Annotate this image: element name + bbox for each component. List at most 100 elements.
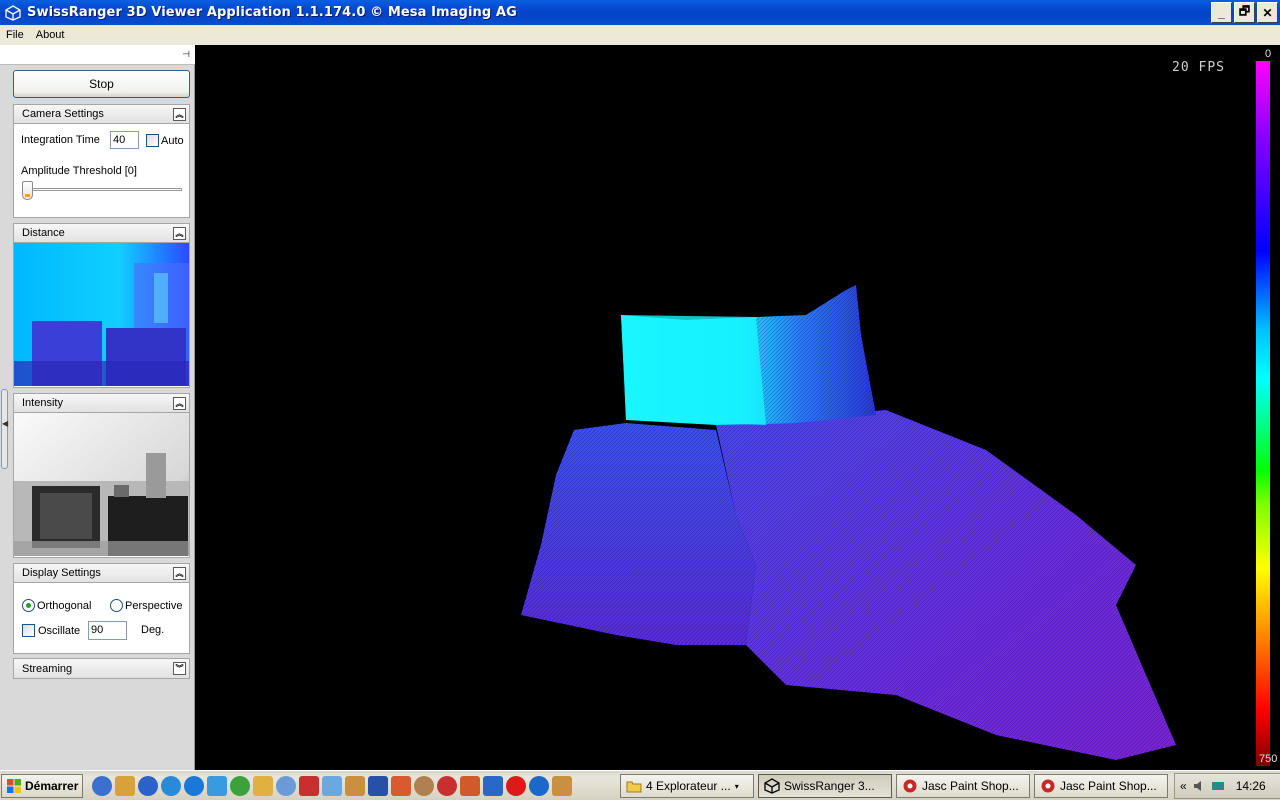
integration-time-label: Integration Time: [21, 134, 100, 146]
intensity-image: [14, 413, 189, 556]
search-icon[interactable]: [161, 776, 181, 796]
system-tray: « 14:26: [1174, 773, 1280, 799]
display-settings-title: Display Settings: [22, 567, 101, 579]
distance-image: [14, 243, 189, 386]
expand-down-icon[interactable]: ︾: [173, 662, 186, 675]
package-icon[interactable]: [345, 776, 365, 796]
task-explorer-label: 4 Explorateur ...: [646, 779, 731, 793]
collapse-up-icon[interactable]: ︽: [173, 567, 186, 580]
oscillate-label: Oscillate: [38, 625, 81, 637]
menu-file[interactable]: File: [0, 29, 30, 41]
task-paintshop-2-label: Jasc Paint Shop...: [1060, 779, 1157, 793]
bars-icon[interactable]: [483, 776, 503, 796]
menu-about[interactable]: About: [30, 29, 71, 41]
intensity-header[interactable]: Intensity ︽: [14, 394, 189, 413]
task-swissranger[interactable]: SwissRanger 3...: [758, 774, 892, 798]
color-scale-max: 750: [1259, 753, 1278, 765]
clock: 14:26: [1235, 779, 1266, 793]
distance-title: Distance: [22, 227, 65, 239]
internet-explorer-icon[interactable]: [184, 776, 204, 796]
auto-label: Auto: [161, 135, 184, 147]
streaming-header[interactable]: Streaming ︾: [14, 659, 189, 678]
oscillate-checkbox[interactable]: [22, 624, 35, 637]
quick-launch: [92, 776, 572, 796]
volume-icon[interactable]: [1192, 779, 1206, 793]
amplitude-threshold-slider[interactable]: [22, 181, 33, 200]
integration-time-input[interactable]: 40: [110, 131, 139, 149]
intensity-group: Intensity ︽: [13, 393, 190, 558]
steam-icon[interactable]: [529, 776, 549, 796]
task-swissranger-label: SwissRanger 3...: [784, 779, 875, 793]
paint-shop-icon: [1041, 779, 1055, 793]
panel-pin-bar: ⊣: [0, 45, 195, 65]
stop-button[interactable]: Stop: [13, 70, 190, 98]
minimize-button[interactable]: _: [1211, 2, 1232, 23]
globe-icon[interactable]: [230, 776, 250, 796]
task-paintshop-2[interactable]: Jasc Paint Shop...: [1034, 774, 1168, 798]
network-tray-icon[interactable]: [1211, 779, 1225, 793]
task-paintshop-1[interactable]: Jasc Paint Shop...: [896, 774, 1030, 798]
collapse-up-icon[interactable]: ︽: [173, 108, 186, 121]
pen-tool-icon[interactable]: [253, 776, 273, 796]
app-cube-icon: [5, 4, 21, 21]
color-scale-bar: [1256, 61, 1270, 766]
task-explorer[interactable]: 4 Explorateur ... ▾: [620, 774, 754, 798]
perspective-radio[interactable]: [110, 599, 123, 612]
pdf-icon[interactable]: [299, 776, 319, 796]
amplitude-threshold-track[interactable]: [22, 188, 182, 191]
amplitude-threshold-label: Amplitude Threshold [0]: [21, 165, 137, 177]
folder-icon: [626, 781, 642, 793]
collapse-left-icon[interactable]: ◀: [2, 419, 8, 428]
windows-logo-icon: [7, 779, 21, 793]
restore-button[interactable]: 🗗: [1234, 2, 1255, 23]
browser-icon[interactable]: [207, 776, 227, 796]
paint-shop-icon: [903, 779, 917, 793]
display-settings-header[interactable]: Display Settings ︽: [14, 564, 189, 583]
oscillate-degrees-input[interactable]: 90: [88, 621, 127, 640]
bottle-icon[interactable]: [322, 776, 342, 796]
camera-settings-header[interactable]: Camera Settings ︽: [14, 105, 189, 124]
streaming-title: Streaming: [22, 662, 73, 675]
network-icon[interactable]: [138, 776, 158, 796]
display-settings-group: Display Settings ︽ Orthogonal Perspectiv…: [13, 563, 190, 654]
left-panel: ⊣ ◀ Stop Camera Settings ︽ Integration T…: [0, 45, 195, 770]
close-button[interactable]: ✕: [1257, 2, 1278, 23]
menu-bar: File About: [0, 25, 1280, 45]
title-bar[interactable]: SwissRanger 3D Viewer Application 1.1.17…: [0, 0, 1280, 25]
point-cloud-view[interactable]: 20 FPS: [196, 45, 1256, 770]
orthogonal-radio[interactable]: [22, 599, 35, 612]
degrees-unit-label: Deg.: [141, 624, 165, 636]
fps-readout: 20 FPS: [1172, 60, 1225, 75]
task-paintshop-1-label: Jasc Paint Shop...: [922, 779, 1019, 793]
point-cloud-render: [521, 285, 1176, 760]
distance-group: Distance ︽: [13, 223, 190, 388]
app-u-icon[interactable]: [506, 776, 526, 796]
depth-color-scale: 0 750: [1256, 45, 1280, 770]
chat-icon[interactable]: [276, 776, 296, 796]
collapse-up-icon[interactable]: ︽: [173, 397, 186, 410]
perspective-label: Perspective: [125, 600, 183, 612]
gimp-icon[interactable]: [552, 776, 572, 796]
tools-icon[interactable]: [115, 776, 135, 796]
paint-icon[interactable]: [414, 776, 434, 796]
media-player-icon[interactable]: [92, 776, 112, 796]
tool-orange-icon[interactable]: [460, 776, 480, 796]
app-red-icon[interactable]: [437, 776, 457, 796]
start-button[interactable]: Démarrer: [1, 774, 83, 798]
distance-header[interactable]: Distance ︽: [14, 224, 189, 243]
intensity-title: Intensity: [22, 397, 63, 409]
splitter-grip[interactable]: [1, 389, 8, 469]
pin-icon[interactable]: ⊣: [180, 49, 192, 60]
window-icon[interactable]: [368, 776, 388, 796]
panel-splitter[interactable]: ◀: [0, 67, 9, 767]
house-icon[interactable]: [391, 776, 411, 796]
color-scale-min: 0: [1265, 48, 1272, 60]
auto-checkbox[interactable]: [146, 134, 159, 147]
window-title: SwissRanger 3D Viewer Application 1.1.17…: [27, 5, 517, 20]
camera-settings-title: Camera Settings: [22, 108, 104, 120]
taskbar: Démarrer 4 Explorateur ... ▾ SwissRanger…: [0, 770, 1280, 800]
collapse-up-icon[interactable]: ︽: [173, 227, 186, 240]
tray-expand-icon[interactable]: «: [1180, 779, 1187, 793]
camera-settings-group: Camera Settings ︽ Integration Time 40 Au…: [13, 104, 190, 218]
start-label: Démarrer: [25, 779, 79, 793]
